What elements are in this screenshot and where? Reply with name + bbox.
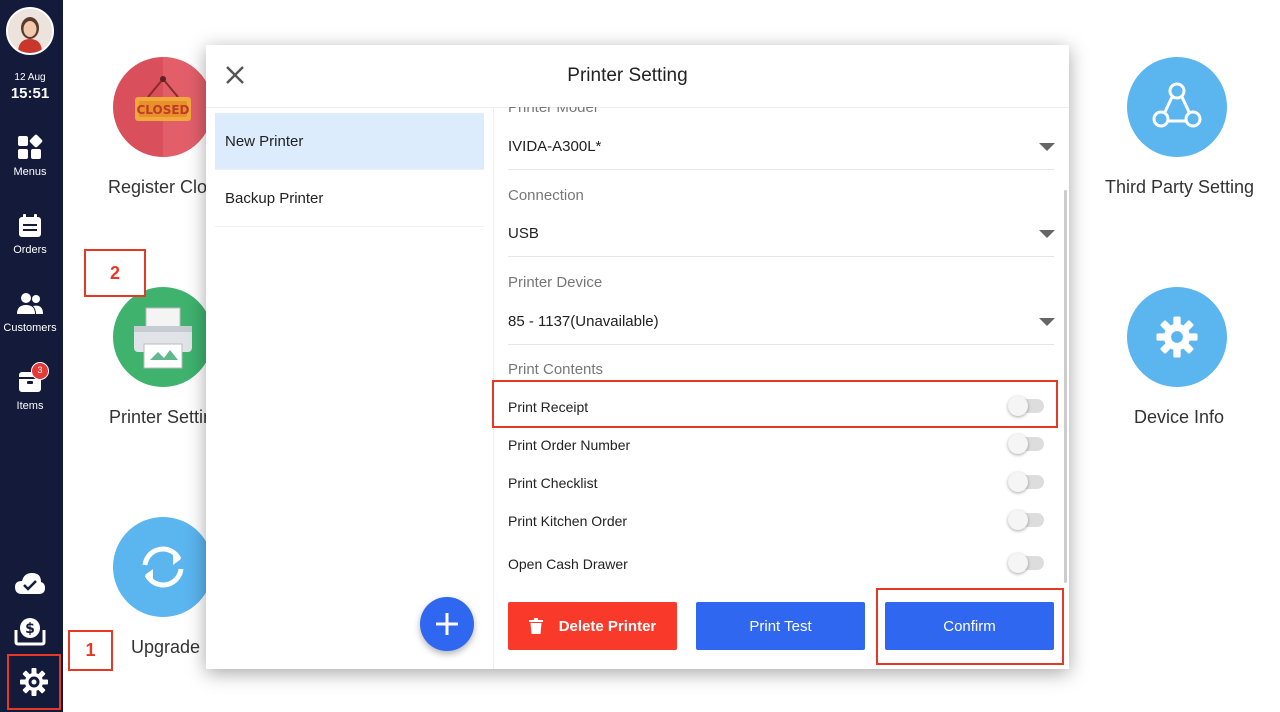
printer-icon — [134, 307, 192, 369]
sidebar-time: 15:51 — [10, 85, 50, 102]
register-closed-tile[interactable]: CLOSED — [113, 57, 213, 157]
sidebar-date: 12 Aug — [14, 72, 46, 83]
gear-icon — [20, 668, 48, 696]
svg-text:$: $ — [25, 621, 35, 637]
printer-setting-label: Printer Settin — [109, 407, 214, 427]
sidebar-item-label: Items — [16, 400, 44, 412]
chevron-down-icon[interactable] — [1039, 318, 1055, 326]
dialog-title: Printer Setting — [567, 65, 688, 86]
gear-icon — [1156, 316, 1198, 358]
printer-model-label: Printer Model — [508, 107, 598, 116]
upgrade-tile[interactable] — [113, 517, 213, 617]
orders-icon — [19, 214, 41, 237]
customers-icon — [17, 293, 43, 314]
sidebar-item-orders[interactable]: Orders — [0, 212, 60, 256]
field-divider — [508, 169, 1054, 170]
confirm-button[interactable]: Confirm — [885, 602, 1054, 650]
toggle-label: Print Checklist — [508, 475, 598, 491]
sidebar-item-label: Customers — [3, 322, 57, 334]
toggle-row-print-kitchen-order: Print Kitchen Order — [508, 510, 1054, 531]
toggle-knob — [1008, 553, 1028, 573]
settings-button[interactable] — [7, 654, 61, 710]
toggle-knob — [1008, 510, 1028, 530]
items-badge: 3 — [31, 362, 49, 380]
toggle-row-print-checklist: Print Checklist — [508, 472, 1054, 493]
printer-list-item-new[interactable]: New Printer — [215, 113, 484, 170]
toggle-knob — [1008, 472, 1028, 492]
connection-select[interactable]: USB — [508, 225, 539, 242]
printer-setting-tile[interactable] — [113, 287, 213, 387]
toggle-label: Print Order Number — [508, 437, 631, 453]
add-printer-button[interactable] — [420, 597, 474, 651]
print-kitchen-order-toggle[interactable] — [1008, 510, 1044, 530]
device-info-tile[interactable] — [1127, 287, 1227, 387]
trash-icon — [528, 618, 543, 634]
toggle-label: Print Kitchen Order — [508, 513, 628, 529]
printer-setting-dialog: Printer Setting New Printer Backup Print… — [206, 45, 1069, 669]
third-party-label: Third Party Setting — [1105, 177, 1255, 197]
toggle-row-open-cash-drawer: Open Cash Drawer — [508, 553, 1054, 574]
cash-icon[interactable]: $ — [14, 616, 46, 646]
field-divider — [508, 344, 1054, 345]
scrollbar[interactable] — [1064, 190, 1067, 583]
printer-form: Printer Model IVIDA-A300L* Connection US… — [508, 107, 1056, 583]
upgrade-label: Upgrade — [131, 637, 201, 657]
sidebar: 12 Aug 15:51 Menus Orders Customers 3 It… — [0, 0, 63, 712]
device-info-label: Device Info — [1134, 407, 1225, 427]
printer-list-item-backup[interactable]: Backup Printer — [215, 170, 484, 227]
print-order-number-toggle[interactable] — [1008, 434, 1044, 454]
network-icon — [1152, 82, 1202, 128]
toggle-row-print-order-number: Print Order Number — [508, 434, 1054, 455]
avatar[interactable] — [6, 7, 54, 55]
closed-sign-icon: CLOSED — [135, 57, 213, 157]
sidebar-item-items[interactable]: 3 Items — [0, 362, 60, 412]
printer-model-select[interactable]: IVIDA-A300L* — [508, 138, 601, 155]
plus-icon — [436, 613, 458, 635]
closed-sign-text: CLOSED — [136, 103, 189, 117]
printer-device-label: Printer Device — [508, 274, 603, 291]
toggle-label: Open Cash Drawer — [508, 556, 628, 572]
register-closed-label: Register Clos — [108, 177, 217, 197]
sidebar-item-label: Orders — [13, 244, 47, 256]
sync-icon — [142, 546, 184, 588]
step-1-marker: 1 — [68, 630, 113, 671]
open-cash-drawer-toggle[interactable] — [1008, 553, 1044, 573]
print-test-button[interactable]: Print Test — [696, 602, 865, 650]
print-contents-label: Print Contents — [508, 361, 604, 378]
toggle-knob — [1008, 434, 1028, 454]
cloud-sync-icon[interactable] — [14, 570, 46, 598]
delete-printer-button[interactable]: Delete Printer — [508, 602, 677, 650]
sidebar-item-label: Menus — [13, 166, 47, 178]
printer-device-select[interactable]: 85 - 1137(Unavailable) — [508, 313, 659, 330]
sidebar-item-menus[interactable]: Menus — [0, 134, 60, 178]
printer-list: New Printer Backup Printer — [215, 113, 484, 227]
print-checklist-toggle[interactable] — [1008, 472, 1044, 492]
chevron-down-icon[interactable] — [1039, 230, 1055, 238]
sidebar-item-customers[interactable]: Customers — [0, 290, 60, 334]
third-party-tile[interactable] — [1127, 57, 1227, 157]
chevron-down-icon[interactable] — [1039, 143, 1055, 151]
step-2-marker: 2 — [84, 249, 146, 297]
delete-printer-label: Delete Printer — [558, 617, 657, 635]
print-receipt-highlight — [492, 380, 1058, 428]
field-divider — [508, 256, 1054, 257]
menus-icon — [18, 134, 43, 159]
connection-label: Connection — [508, 187, 584, 204]
